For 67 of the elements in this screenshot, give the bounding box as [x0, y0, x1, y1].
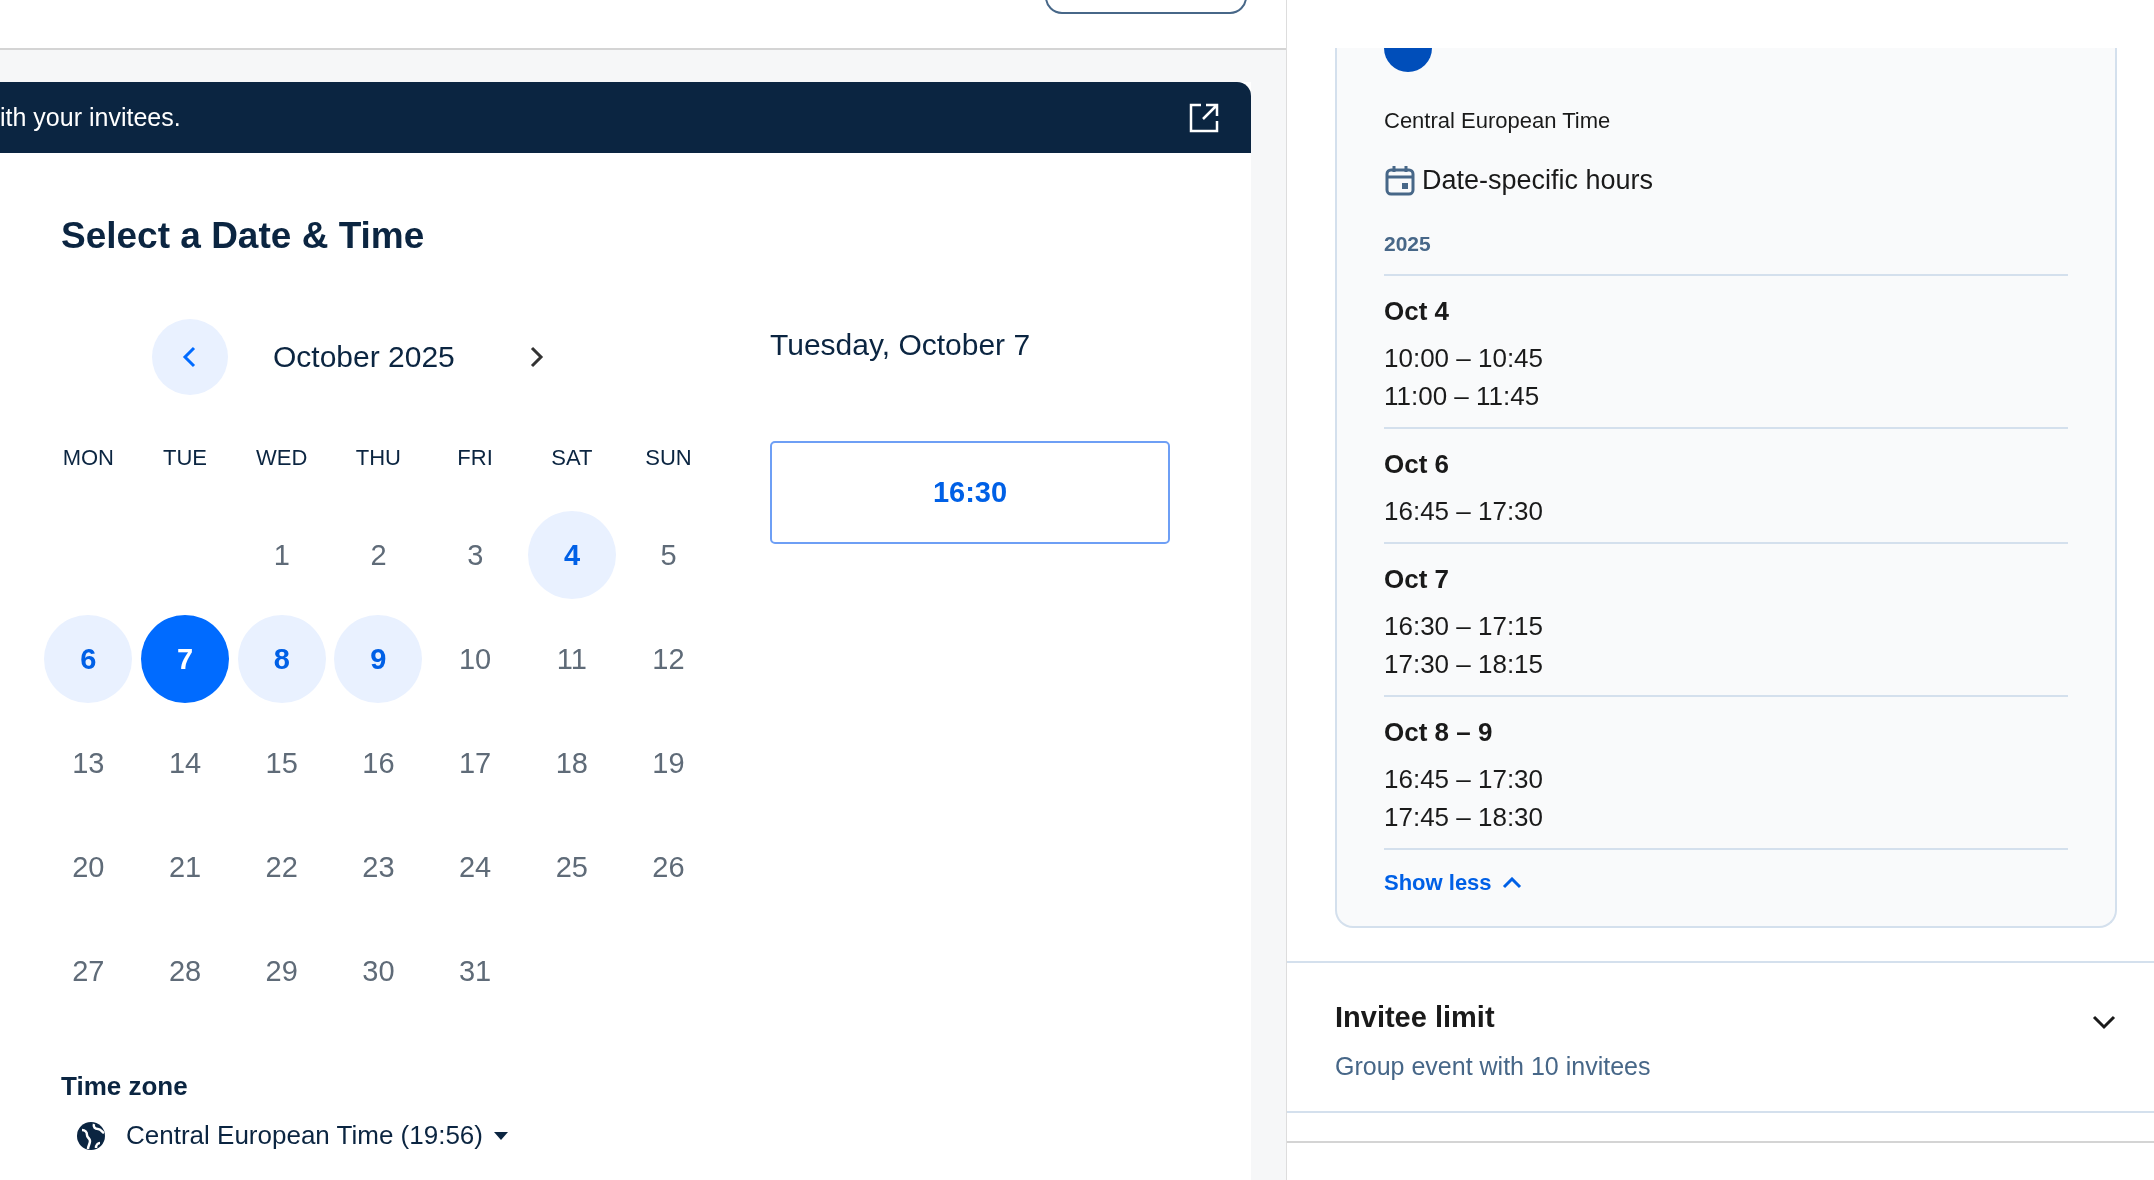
calendar-day[interactable]: 1 [237, 511, 326, 599]
time-slot-button[interactable]: 16:30 [770, 441, 1170, 544]
timezone-name: Central European Time [1384, 108, 1612, 134]
weekday-label: SAT [551, 445, 593, 470]
calendar-day[interactable]: 4 [527, 511, 616, 599]
calendar-day[interactable]: 12 [624, 615, 713, 703]
weekday-label: THU [355, 445, 401, 470]
weekday-label: SUN [645, 445, 692, 470]
avatar-icon [1384, 48, 1432, 72]
calendar-day[interactable]: 27 [44, 927, 133, 1015]
calendar-day[interactable]: 15 [237, 719, 326, 807]
calendar-day[interactable]: 29 [237, 927, 326, 1015]
time-range: 16:30 – 17:15 [1384, 610, 1545, 643]
time-range: 16:45 – 17:30 [1384, 495, 1545, 528]
calendar-icon [1384, 164, 1416, 196]
time-range: 11:00 – 11:45 [1384, 380, 1541, 413]
calendar-day[interactable]: 26 [624, 823, 713, 911]
calendar-day[interactable]: 6 [44, 615, 133, 703]
calendar-day[interactable]: 28 [141, 927, 230, 1015]
weekday-label: FRI [457, 445, 493, 470]
calendar-day[interactable]: 3 [431, 511, 520, 599]
calendar-day[interactable]: 19 [624, 719, 713, 807]
month-label: October 2025 [273, 340, 453, 374]
page-title: Select a Date & Time [61, 215, 426, 257]
calendar-day[interactable]: 21 [141, 823, 230, 911]
date-label: Oct 8 – 9 [1384, 717, 1494, 748]
section-title: Date-specific hours [1422, 164, 1654, 196]
calendar-day[interactable]: 13 [44, 719, 133, 807]
show-less-link[interactable]: Show less [1384, 870, 1522, 896]
date-label: Oct 4 [1384, 296, 1451, 327]
time-range: 10:00 – 10:45 [1384, 342, 1545, 375]
calendar-day[interactable]: 22 [237, 823, 326, 911]
caret-icon[interactable] [492, 1130, 509, 1141]
year-label: 2025 [1384, 232, 2068, 276]
calendar-day[interactable]: 31 [431, 927, 520, 1015]
time-range: 16:45 – 17:30 [1384, 763, 1545, 796]
invitee-limit-title: Invitee limit [1335, 1001, 1496, 1034]
calendar-day[interactable]: 20 [44, 823, 133, 911]
selected-date-heading: Tuesday, October 7 [770, 328, 1032, 362]
calendar-day[interactable]: 17 [431, 719, 520, 807]
time-range: 17:45 – 18:30 [1384, 801, 1545, 834]
date-label: Oct 7 [1384, 564, 1451, 595]
time-range: 17:30 – 18:15 [1384, 648, 1545, 681]
calendar-day[interactable]: 30 [334, 927, 423, 1015]
calendar-day[interactable]: 9 [334, 615, 423, 703]
invitee-limit-summary: Group event with 10 invitees [1335, 1052, 1651, 1081]
calendar-day[interactable]: 25 [527, 823, 616, 911]
calendar-day[interactable]: 16 [334, 719, 423, 807]
calendar-day[interactable]: 18 [527, 719, 616, 807]
banner-text: ith your invitees. [0, 103, 181, 132]
calendar-day[interactable]: 24 [431, 823, 520, 911]
time-zone-label: Time zone [61, 1071, 189, 1102]
calendar-day[interactable]: 2 [334, 511, 423, 599]
date-label: Oct 6 [1384, 449, 1451, 480]
weekday-label: TUE [163, 445, 208, 470]
calendar-day[interactable]: 5 [624, 511, 713, 599]
weekday-label: MON [62, 445, 114, 470]
time-zone-dropdown[interactable]: Central European Time (19:56) [126, 1120, 509, 1151]
calendar-day[interactable]: 23 [334, 823, 423, 911]
globe-icon [76, 1120, 106, 1151]
weekday-label: WED [256, 445, 308, 470]
calendar-day[interactable]: 14 [141, 719, 230, 807]
calendar-day[interactable]: 8 [237, 615, 326, 703]
calendar-day[interactable]: 10 [431, 615, 520, 703]
chevron-up-icon[interactable] [1501, 877, 1522, 889]
calendar-day[interactable]: 7 [141, 615, 230, 703]
calendar-day[interactable]: 11 [527, 615, 616, 703]
